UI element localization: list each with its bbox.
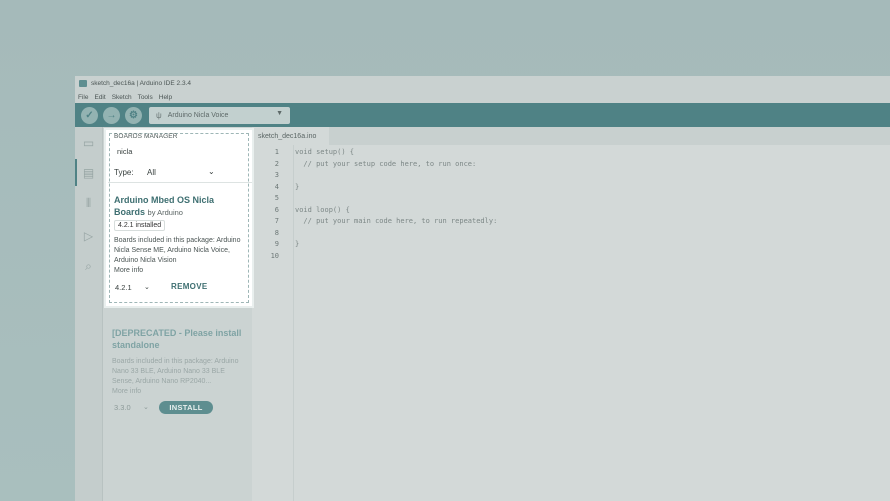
board-manager-icon[interactable]: ▤ [81, 165, 96, 180]
divider [108, 182, 252, 183]
line-text: } [295, 182, 300, 191]
remove-button[interactable]: REMOVE [171, 282, 207, 291]
line-text: void loop() { [295, 205, 350, 214]
menu-file[interactable]: File [78, 94, 88, 101]
code-line: 7 // put your main code here, to run rep… [252, 216, 890, 228]
deprecated-version-select[interactable]: 3.3.0 [114, 403, 131, 412]
code-line: 4} [252, 182, 890, 194]
menu-bar: File Edit Sketch Tools Help [75, 91, 890, 103]
library-icon[interactable]: ⫴ [81, 196, 96, 211]
active-indicator [75, 159, 77, 186]
line-number: 6 [274, 205, 279, 214]
code-line: 9} [252, 239, 890, 251]
arrow-right-icon: → [106, 109, 117, 121]
code-line: 3 [252, 170, 890, 182]
deprecated-package: [DEPRECATED - Please install standalone … [112, 327, 247, 397]
debug-icon[interactable]: ▷ [81, 228, 96, 243]
board-selector-label: Arduino Nicla Voice [167, 111, 229, 119]
version-select[interactable]: 4.2.1 [115, 283, 132, 292]
description-text: Boards included in this package: Arduino… [114, 237, 241, 264]
line-number: 3 [274, 171, 279, 179]
line-text: } [295, 240, 300, 248]
line-number: 2 [274, 159, 279, 168]
more-info-link[interactable]: More info [114, 266, 248, 276]
debug-icon: ⚙ [129, 109, 138, 121]
chevron-down-icon[interactable]: ⌄ [143, 403, 149, 411]
type-filter-select[interactable]: All [147, 168, 156, 177]
activity-sidebar: ▭ ▤ ⫴ ▷ ⌕ [75, 127, 103, 501]
deprecated-package-name: [DEPRECATED - Please install standalone [112, 328, 242, 350]
menu-edit[interactable]: Edit [94, 94, 105, 101]
boards-search-input[interactable]: nicla [114, 144, 248, 160]
code-lines: 1 void setup() { 2 // put your setup code… [252, 147, 890, 262]
code-editor[interactable]: sketch_dec16a.ino 1 void setup() { 2 // p… [252, 127, 890, 501]
board-package-author: by Arduino [147, 208, 183, 217]
code-line: 6 void loop() { [252, 205, 890, 217]
debug-button[interactable]: ⚙ [125, 106, 142, 124]
line-number: 4 [274, 182, 279, 191]
type-filter-label: Type: [114, 168, 134, 177]
chevron-down-icon[interactable]: ⌄ [144, 283, 150, 291]
line-number: 9 [274, 240, 279, 248]
line-number: 1 [274, 148, 279, 156]
folder-icon[interactable]: ▭ [81, 135, 96, 150]
board-package-title: Arduino Mbed OS Nicla Boards by Arduino [114, 194, 244, 219]
code-line: 10 [252, 251, 890, 263]
editor-tab-strip: sketch_dec16a.ino [252, 127, 890, 145]
upload-button[interactable]: → [103, 106, 120, 124]
boards-manager-title: BOARDS MANAGER [114, 133, 178, 140]
search-icon[interactable]: ⌕ [81, 259, 96, 274]
usb-icon: ψ [156, 110, 162, 120]
line-number: 10 [270, 251, 279, 260]
more-info-link[interactable]: More info [112, 387, 247, 397]
board-selector[interactable]: ψ Arduino Nicla Voice ▼ [149, 106, 290, 124]
code-line: 5 [252, 193, 890, 205]
menu-tools[interactable]: Tools [138, 94, 153, 101]
line-text [279, 193, 295, 205]
line-number: 8 [274, 228, 279, 237]
chevron-down-icon: ▼ [276, 109, 283, 117]
line-text: // put your setup code here, to run once… [295, 159, 477, 168]
line-text: void setup() { [295, 148, 355, 156]
line-number: 5 [274, 194, 279, 202]
menu-help[interactable]: Help [159, 94, 172, 101]
line-text [279, 170, 295, 182]
line-text [279, 228, 295, 240]
verify-button[interactable]: ✓ [81, 106, 98, 124]
line-number: 7 [274, 217, 279, 225]
menu-sketch[interactable]: Sketch [112, 94, 132, 101]
deprecated-package-description: Boards included in this package: Arduino… [112, 357, 247, 397]
code-line: 8 [252, 228, 890, 240]
toolbar: ✓ → ⚙ ψ Arduino Nicla Voice ▼ [75, 103, 890, 127]
install-button[interactable]: INSTALL [159, 401, 213, 414]
arduino-app-icon [79, 80, 87, 87]
line-text [279, 251, 295, 263]
code-line: 1 void setup() { [252, 147, 890, 159]
code-line: 2 // put your setup code here, to run on… [252, 159, 890, 171]
board-package-description: Boards included in this package: Arduino… [114, 236, 248, 276]
installed-badge: 4.2.1 installed [114, 220, 166, 231]
editor-tab[interactable]: sketch_dec16a.ino [252, 127, 329, 145]
chevron-down-icon[interactable]: ⌄ [208, 167, 215, 176]
description-text: Boards included in this package: Arduino… [112, 358, 239, 385]
check-icon: ✓ [85, 109, 94, 121]
window-title: sketch_dec16a | Arduino IDE 2.3.4 [91, 80, 191, 87]
title-bar: sketch_dec16a | Arduino IDE 2.3.4 [75, 76, 890, 91]
boards-manager-highlight: BOARDS MANAGER nicla Type: All ⌄ Arduino… [104, 128, 254, 308]
line-text: // put your main code here, to run repea… [295, 217, 498, 225]
